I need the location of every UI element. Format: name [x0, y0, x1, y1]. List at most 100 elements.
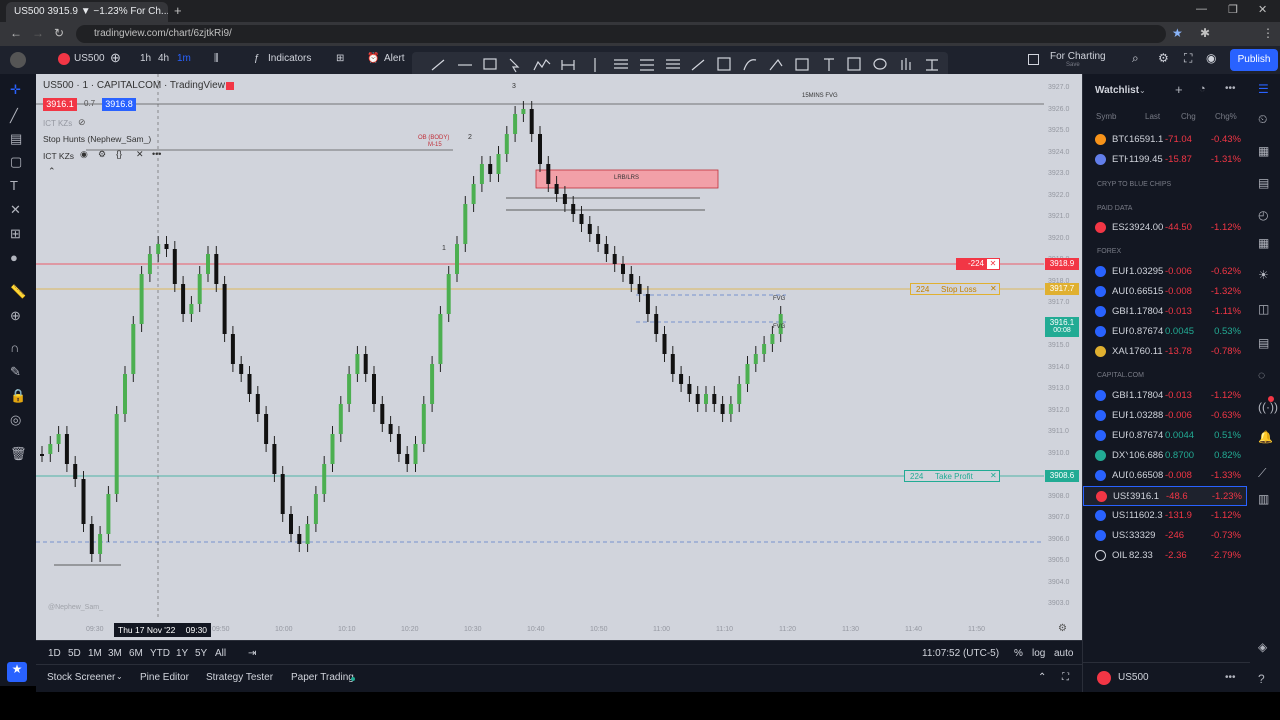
section-crypto[interactable]: CRYP TO BLUE CHIPS: [1097, 181, 1171, 188]
alerts-clock-icon[interactable]: ⏲: [1258, 112, 1267, 127]
percent-toggle[interactable]: %: [1014, 648, 1023, 659]
data-window-icon[interactable]: ▦: [1258, 144, 1269, 158]
layers-icon[interactable]: ◈: [1258, 640, 1267, 654]
range-1y[interactable]: 1Y: [176, 648, 188, 659]
bookmark-icon[interactable]: ★: [1172, 26, 1183, 40]
watchlist-row[interactable]: US3 33329 -246 -0.73%: [1083, 526, 1247, 546]
templates-icon[interactable]: ⊞: [336, 53, 344, 64]
fib-icon[interactable]: ▤: [10, 131, 22, 147]
maximize-panel-icon[interactable]: ⛶: [1062, 672, 1069, 683]
range-ytd[interactable]: YTD: [150, 648, 170, 659]
prediction-icon[interactable]: ⊞: [10, 226, 21, 242]
tab-pine-editor[interactable]: Pine Editor: [140, 672, 189, 683]
shapes-icon[interactable]: ▢: [10, 154, 22, 170]
add-symbol-icon[interactable]: +: [1175, 82, 1183, 97]
section-capital-com[interactable]: CAPITAL.COM: [1097, 372, 1144, 379]
text-icon[interactable]: T: [10, 178, 18, 193]
log-toggle[interactable]: log: [1032, 648, 1045, 659]
watchlist-row[interactable]: EUR0.876740.0045 0.53%: [1083, 322, 1247, 342]
watchlist-row[interactable]: EUR0.876740.0044 0.51%: [1083, 426, 1247, 446]
forward-icon[interactable]: →: [32, 26, 44, 40]
auto-toggle[interactable]: auto: [1054, 648, 1073, 659]
zoom-icon[interactable]: ⊕: [10, 308, 21, 324]
watchlist-row[interactable]: BTC 16591.1 -71.04 -0.43%: [1083, 130, 1247, 150]
magnet-icon[interactable]: ∩: [10, 340, 19, 355]
details-more-icon[interactable]: •••: [1225, 672, 1236, 683]
range-all[interactable]: All: [215, 648, 226, 659]
watchlist-icon[interactable]: ☰: [1258, 82, 1269, 96]
range-1d[interactable]: 1D: [48, 648, 61, 659]
fullscreen-icon[interactable]: ⛶: [1184, 51, 1192, 66]
hidden-eye-icon[interactable]: ⊘: [78, 117, 86, 128]
compare-icon[interactable]: ⊕: [110, 50, 121, 66]
clock-timezone[interactable]: 11:07:52 (UTC-5): [922, 648, 999, 659]
collapse-panel-icon[interactable]: ⌃: [1038, 672, 1046, 683]
section-paid-data[interactable]: PAID DATA: [1097, 205, 1132, 212]
take-profit-label[interactable]: 224 Take Profit ✕: [904, 470, 1000, 482]
indicators-icon[interactable]: ƒ: [254, 53, 260, 64]
bid-price[interactable]: 3916.1: [43, 98, 77, 111]
url-bar[interactable]: tradingview.com/chart/6zjtkRi9/: [76, 25, 1166, 43]
watchlist-row[interactable]: US1 11602.3 -131.9 -1.12%: [1083, 506, 1247, 526]
back-icon[interactable]: ←: [10, 26, 22, 40]
alert-icon[interactable]: ⏰: [367, 53, 379, 64]
trash-icon[interactable]: 🗑: [10, 446, 27, 462]
remove-indicator-icon[interactable]: ✕: [136, 149, 144, 160]
help-icon[interactable]: ?: [1258, 672, 1265, 686]
interval-1h[interactable]: 1h: [140, 53, 151, 64]
eye-icon[interactable]: ◉: [80, 149, 88, 160]
watchlist-row[interactable]: US5 3916.1 -48.6 -1.23%: [1083, 486, 1247, 506]
layout-checkbox[interactable]: [1028, 54, 1039, 65]
watchlist-row[interactable]: EUR1.03295-0.006 -0.62%: [1083, 262, 1247, 282]
watchlist-row[interactable]: XAU1760.11-13.78 -0.78%: [1083, 342, 1247, 362]
axis-settings-icon[interactable]: ⚙: [1058, 623, 1067, 634]
trading-panel-icon[interactable]: ⟋: [1258, 466, 1266, 481]
trendline-icon[interactable]: ╱: [10, 108, 18, 124]
range-1m[interactable]: 1M: [88, 648, 102, 659]
new-tab-icon[interactable]: +: [174, 3, 182, 18]
watchlist-row[interactable]: ES2 3924.00 -44.50 -1.12%: [1083, 218, 1247, 238]
dom-icon[interactable]: ▥: [1258, 492, 1269, 506]
price-scale[interactable]: 3927.0 3926.0 3925.0 3924.0 3923.0 3922.0 3921…: [1044, 74, 1082, 620]
publish-button[interactable]: Publish: [1230, 49, 1278, 71]
symbol-search[interactable]: US500: [74, 53, 105, 64]
settings-small-icon[interactable]: ⚙: [98, 149, 106, 160]
hotlists-icon[interactable]: ◴: [1258, 208, 1268, 222]
watchlist-row[interactable]: GBP1.17804-0.013 -1.12%: [1083, 386, 1247, 406]
range-5d[interactable]: 5D: [68, 648, 81, 659]
notifications-bell-icon[interactable]: 🔔: [1258, 430, 1273, 444]
lightbulb-icon[interactable]: ◌: [1258, 368, 1265, 382]
search-icon[interactable]: ⌕: [1132, 51, 1139, 66]
watchlist-row[interactable]: GBP1.17804-0.013 -1.11%: [1083, 302, 1247, 322]
close-position-icon[interactable]: ✕: [986, 258, 1000, 270]
range-6m[interactable]: 6M: [129, 648, 143, 659]
watchlist-title[interactable]: Watchlist: [1095, 85, 1139, 96]
col-chg[interactable]: Chg: [1181, 112, 1196, 121]
chat-icon[interactable]: ◫: [1258, 302, 1269, 316]
more-icon[interactable]: •••: [152, 149, 161, 159]
icons-icon[interactable]: ●: [10, 250, 18, 265]
notes-icon[interactable]: ▤: [1258, 336, 1269, 350]
indicators-button[interactable]: Indicators: [268, 53, 311, 64]
news-icon[interactable]: ▤: [1258, 176, 1269, 190]
lock-icon[interactable]: 🔒: [10, 388, 26, 404]
close-window-icon[interactable]: ✕: [1258, 3, 1267, 16]
extensions-icon[interactable]: ✱: [1200, 26, 1210, 40]
stop-loss-label[interactable]: 224 Stop Loss ✕: [910, 283, 1000, 295]
source-code-icon[interactable]: {}: [116, 149, 122, 159]
avatar[interactable]: [10, 52, 26, 68]
browser-menu-icon[interactable]: ⋮: [1262, 26, 1274, 40]
range-5y[interactable]: 5Y: [195, 648, 207, 659]
watchlist-row[interactable]: OIL 82.33 -2.36 -2.79%: [1083, 546, 1247, 566]
col-last[interactable]: Last: [1145, 112, 1160, 121]
minimize-icon[interactable]: —: [1196, 3, 1207, 15]
crosshair-icon[interactable]: ✛: [10, 82, 21, 98]
bar-style-icon[interactable]: ⫼: [214, 53, 219, 64]
snapshot-icon[interactable]: ◉: [1206, 51, 1216, 65]
watchlist-row[interactable]: ETH 1199.45 -15.87 -1.31%: [1083, 150, 1247, 170]
watchlist-row[interactable]: AUD0.66508-0.008 -1.33%: [1083, 466, 1247, 486]
watchlist-dropdown-icon[interactable]: ⌄: [1139, 86, 1146, 95]
tab-stock-screener[interactable]: Stock Screener: [47, 672, 115, 683]
remove-stop-loss-icon[interactable]: ✕: [990, 284, 997, 293]
tab-paper-trading[interactable]: Paper Trading: [291, 672, 354, 683]
